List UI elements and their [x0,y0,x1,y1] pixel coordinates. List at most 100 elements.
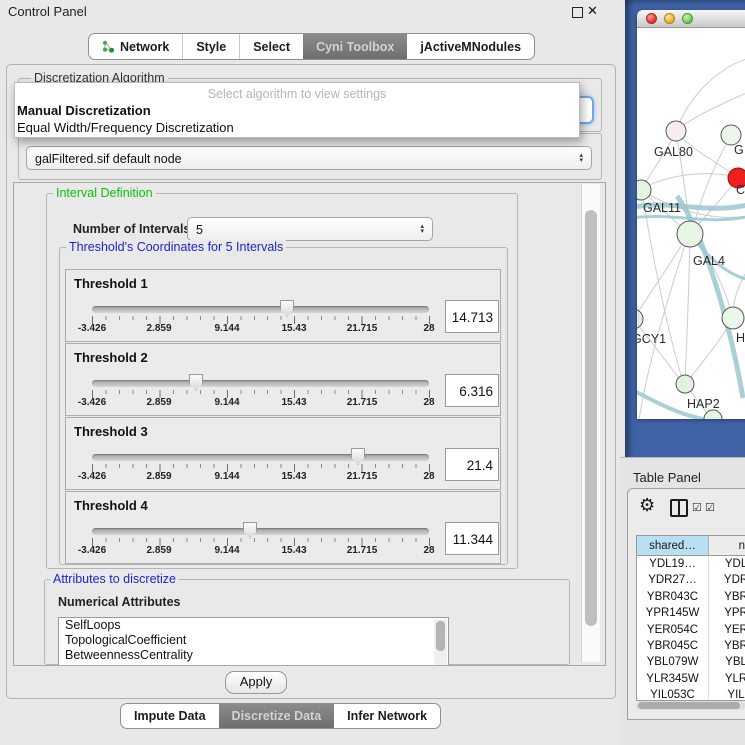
bottom-tab-infer-network[interactable]: Infer Network [334,704,440,728]
node-gcy1[interactable] [637,309,643,329]
node-node-right-mid[interactable] [722,307,744,329]
table-data-select[interactable]: galFiltered.sif default node ▴▾ [26,146,592,170]
tab-style[interactable]: Style [182,34,239,59]
cell-shared-name[interactable]: YBR045C [637,638,709,654]
threshold-slider-track[interactable] [92,454,429,461]
cell-shared-name[interactable]: YLR345W [637,671,709,687]
table-row[interactable]: YER054CYER0… [637,622,745,638]
column-layout-icon[interactable] [670,499,688,517]
cell-name[interactable]: YBR0… [709,638,745,654]
algorithm-options: Manual DiscretizationEqual Width/Frequen… [17,102,581,136]
table-h-scrollbar-thumb[interactable] [638,702,740,709]
table-row[interactable]: YBR043CYBR0… [637,589,745,605]
node-label-hap2: HAP2 [687,397,720,411]
node-gal4[interactable] [677,221,703,247]
tab-select[interactable]: Select [239,34,303,59]
node-label-g: G [734,143,744,157]
threshold-slider-thumb[interactable] [351,448,365,465]
threshold-slider-thumb[interactable] [189,374,203,391]
attribute-item-selfloops[interactable]: SelfLoops [59,618,448,633]
threshold-slider-track[interactable] [92,306,429,313]
zoom-traffic-light-icon[interactable] [682,13,693,24]
attribute-item-betweennesscentrality[interactable]: BetweennessCentrality [59,648,448,663]
threshold-value-field[interactable]: 14.713 [445,300,499,333]
tab-cyni-toolbox[interactable]: Cyni Toolbox [303,34,407,59]
cell-name[interactable]: YBL0… [709,654,745,670]
column-header-shared-name[interactable]: shared… [637,536,709,556]
threshold-value-field[interactable]: 6.316 [445,374,499,407]
threshold-value-field[interactable]: 11.344 [445,522,499,555]
float-window-icon[interactable] [572,7,583,18]
cell-name[interactable]: YIL0… [709,687,745,701]
control-panel-tabs: NetworkStyleSelectCyni Toolbox jActiveMNo… [88,33,535,60]
cell-name[interactable]: YDL1… [709,556,745,572]
table-row[interactable]: YLR345WYLR3… [637,671,745,687]
threshold-value-field[interactable]: 21.4 [445,448,499,481]
cell-name[interactable]: YER0… [709,622,745,638]
cell-name[interactable]: YLR3… [709,671,745,687]
minimize-traffic-light-icon[interactable] [664,13,675,24]
table-row[interactable]: YBL079WYBL0… [637,654,745,670]
tab-jactivemnodules-label: jActiveMNodules [420,40,521,54]
table-row[interactable]: YDR27…YDR2… [637,572,745,588]
cell-shared-name[interactable]: YER054C [637,622,709,638]
tick-label: 21.715 [338,545,386,556]
table-h-scrollbar[interactable] [636,701,745,710]
node-node-bottom[interactable] [704,410,722,419]
threshold-label: Threshold 4 [74,498,148,513]
tick-label: 9.144 [203,323,251,334]
cell-shared-name[interactable]: YDR27… [637,572,709,588]
attributes-scrollbar[interactable] [434,619,447,666]
network-canvas[interactable]: GAL80GCGAL11GAL4GCY1HHAP2 [637,28,745,419]
column-header-name[interactable]: na [709,536,745,556]
table-row[interactable]: YIL053CYIL0… [637,687,745,701]
panel-scrollbar-thumb[interactable] [585,210,597,626]
close-traffic-light-icon[interactable] [646,13,657,24]
attribute-items: SelfLoopsTopologicalCoefficientBetweenne… [59,618,448,663]
node-node-top-right[interactable] [721,125,741,145]
threshold-slider-thumb[interactable] [280,300,294,317]
tick-label: 15.43 [270,323,318,334]
node-hap2[interactable] [676,375,694,393]
number-of-intervals-select[interactable]: 5 ▴▾ [187,217,433,241]
table-row[interactable]: YBR045CYBR0… [637,638,745,654]
tick-label: 2.859 [135,471,183,482]
spinner-arrows-icon: ▴▾ [579,147,583,169]
bottom-tab-impute-data[interactable]: Impute Data [121,704,219,728]
cell-shared-name[interactable]: YIL053C [637,687,709,701]
settings-scroll-panel: Interval Definition Number of Intervals … [13,182,606,666]
checkbox-icon[interactable]: ☑ [705,501,715,514]
checkbox-icon[interactable]: ☑ [692,501,702,514]
threshold-slider-track[interactable] [92,380,429,387]
bottom-tab-discretize-data[interactable]: Discretize Data [219,704,335,728]
tick-label: -3.426 [68,397,116,408]
cell-shared-name[interactable]: YBR043C [637,589,709,605]
node-gal80[interactable] [666,121,686,141]
thresholds-fieldset-label: Threshold's Coordinates for 5 Intervals [66,240,286,254]
threshold-slider-track[interactable] [92,528,429,535]
network-window: GAL80GCGAL11GAL4GCY1HHAP2 [637,10,745,419]
number-of-intervals-label: Number of Intervals [73,222,190,236]
cell-name[interactable]: YPR1… [709,605,745,621]
panel-scrollbar[interactable] [581,184,600,662]
edge-gray [643,174,736,188]
table-row[interactable]: YDL19…YDL1… [637,556,745,572]
attributes-scrollbar-thumb[interactable] [436,621,445,651]
threshold-slider-thumb[interactable] [243,522,257,539]
cell-name[interactable]: YDR2… [709,572,745,588]
cell-shared-name[interactable]: YDL19… [637,556,709,572]
tab-jactivemnodules[interactable]: jActiveMNodules [407,34,534,59]
apply-button[interactable]: Apply [225,671,287,694]
algorithm-option-equal-width-frequency-discretization[interactable]: Equal Width/Frequency Discretization [17,119,581,136]
cell-shared-name[interactable]: YBL079W [637,654,709,670]
algorithm-option-manual-discretization[interactable]: Manual Discretization [17,102,581,119]
gear-icon[interactable]: ⚙ [639,495,655,516]
close-icon[interactable]: ✕ [587,3,598,19]
tick-label: 15.43 [270,397,318,408]
attribute-item-topologicalcoefficient[interactable]: TopologicalCoefficient [59,633,448,648]
tab-network[interactable]: Network [89,34,182,59]
cell-shared-name[interactable]: YPR145W [637,605,709,621]
network-window-titlebar[interactable] [637,10,745,28]
table-row[interactable]: YPR145WYPR1… [637,605,745,621]
cell-name[interactable]: YBR0… [709,589,745,605]
